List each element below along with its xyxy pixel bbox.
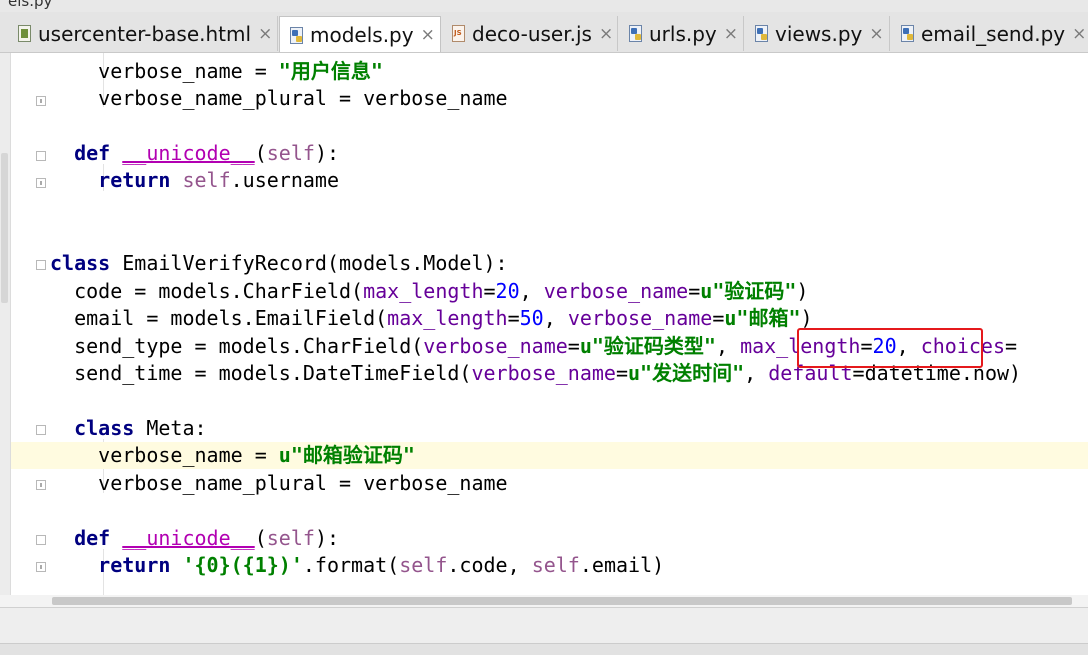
left-side-panel (0, 53, 11, 604)
fold-start-icon[interactable] (36, 151, 46, 161)
window-title: els.py (8, 0, 53, 10)
tab-deco-user-js[interactable]: deco-user.js × (442, 16, 618, 51)
python-file-icon (755, 25, 768, 42)
html-file-icon (18, 25, 31, 42)
close-icon[interactable]: × (724, 24, 738, 44)
code-line: code = models.CharField(max_length=20, v… (74, 279, 809, 303)
tab-models-py[interactable]: models.py × (279, 16, 441, 52)
code-line: class Meta: (74, 416, 207, 440)
tab-usercenter-base-html[interactable]: usercenter-base.html × (8, 16, 278, 51)
close-icon[interactable]: × (258, 24, 272, 44)
js-file-icon (452, 25, 465, 42)
tab-label: models.py (310, 23, 414, 47)
bottom-tool-panel (0, 607, 1088, 644)
editor-gutter (11, 53, 51, 604)
python-file-icon (629, 25, 642, 42)
close-icon[interactable]: × (869, 24, 883, 44)
code-line: verbose_name_plural = verbose_name (98, 471, 508, 495)
fold-end-icon[interactable] (36, 480, 46, 490)
tab-urls-py[interactable]: urls.py × (619, 16, 744, 51)
tab-label: deco-user.js (472, 21, 592, 46)
code-editor[interactable]: verbose_name = "用户信息" verbose_name_plura… (0, 53, 1088, 604)
window-title-strip: els.py (0, 0, 1088, 12)
side-panel-thumb[interactable] (1, 153, 8, 303)
current-code-line: verbose_name = u"邮箱验证码" (11, 442, 1088, 469)
close-icon[interactable]: × (421, 25, 435, 45)
fold-start-icon[interactable] (36, 535, 46, 545)
editor-tab-bar: usercenter-base.html × models.py × deco-… (0, 12, 1088, 53)
code-line: verbose_name = "用户信息" (98, 59, 383, 83)
python-file-icon (901, 25, 914, 42)
highlight-box (797, 328, 983, 368)
close-icon[interactable]: × (599, 24, 613, 44)
tab-label: email_send.py (921, 21, 1066, 46)
fold-end-icon[interactable] (36, 562, 46, 572)
python-file-icon (290, 26, 303, 44)
tab-label: urls.py (649, 21, 717, 46)
code-line: class EmailVerifyRecord(models.Model): (50, 251, 508, 275)
status-bar (0, 643, 1088, 655)
fold-end-icon[interactable] (36, 178, 46, 188)
code-line: def __unicode__(self): (74, 141, 340, 165)
tab-label: views.py (775, 21, 863, 46)
code-line: return '{0}({1})'.format(self.code, self… (98, 553, 665, 577)
fold-end-icon[interactable] (36, 96, 46, 106)
tab-label: usercenter-base.html (38, 21, 252, 46)
fold-start-icon[interactable] (36, 425, 46, 435)
code-line: return self.username (98, 168, 340, 192)
code-line: verbose_name_plural = verbose_name (98, 86, 508, 110)
scrollbar-thumb[interactable] (52, 597, 1072, 605)
fold-start-icon[interactable] (36, 260, 46, 270)
tab-views-py[interactable]: views.py × (745, 16, 890, 51)
code-line: def __unicode__(self): (74, 526, 340, 550)
close-icon[interactable]: × (1072, 24, 1086, 44)
tab-email-send-py[interactable]: email_send.py × (891, 16, 1088, 51)
horizontal-scrollbar[interactable] (0, 595, 1088, 607)
